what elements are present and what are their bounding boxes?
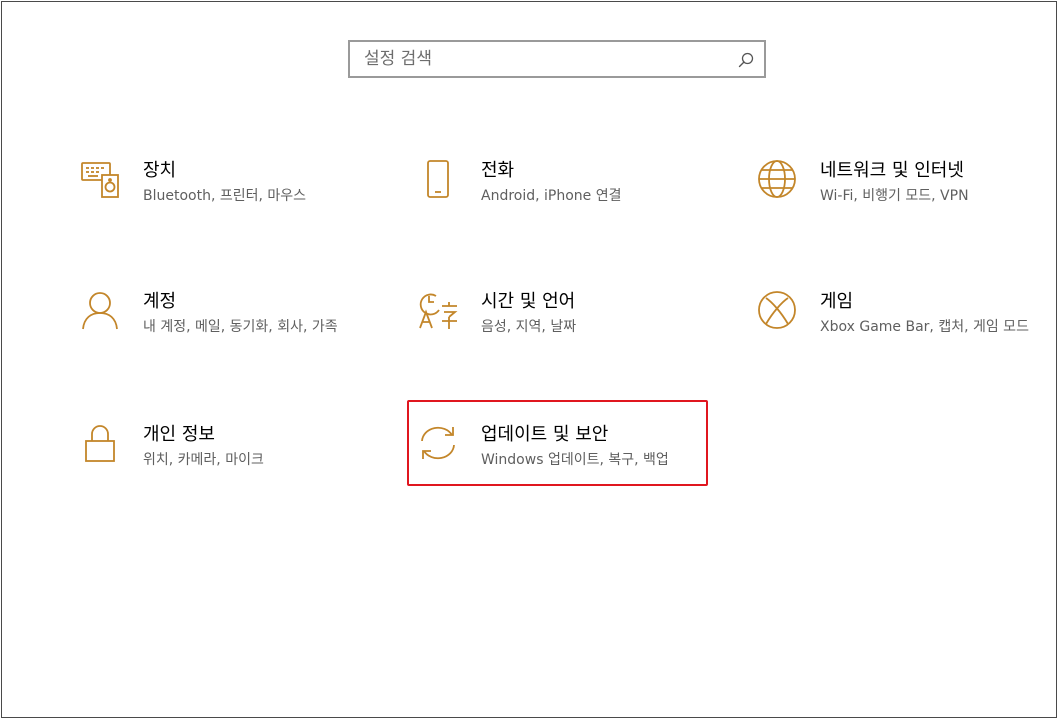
tile-description: 음성, 지역, 날짜 [481,319,577,335]
lock-icon [85,425,115,462]
search-input[interactable] [364,42,734,76]
globe-icon [758,160,796,198]
tile-phone[interactable]: 전화 Android, iPhone 연결 [418,159,708,239]
tile-description: 위치, 카메라, 마이크 [143,452,264,468]
settings-window: 장치 Bluetooth, 프린터, 마우스 전화 Android, iPhon… [1,1,1057,718]
highlight-box [407,400,708,486]
xbox-icon [758,291,796,329]
person-icon [82,292,118,330]
tile-title: 계정 [143,291,177,312]
tile-devices[interactable]: 장치 Bluetooth, 프린터, 마우스 [80,159,370,239]
tile-title: 네트워크 및 인터넷 [820,160,964,181]
search-box[interactable] [348,40,766,78]
tile-title: 개인 정보 [143,424,215,445]
tile-description: 내 계정, 메일, 동기화, 회사, 가족 [143,319,338,335]
tile-network[interactable]: 네트워크 및 인터넷 Wi-Fi, 비행기 모드, VPN [757,159,1047,239]
tile-title: 게임 [820,291,854,312]
tile-gaming[interactable]: 게임 Xbox Game Bar, 캡처, 게임 모드 [757,290,1047,370]
tile-description: Bluetooth, 프린터, 마우스 [143,188,307,204]
time-language-icon [419,293,458,329]
phone-icon [427,160,449,198]
tile-title: 장치 [143,160,177,181]
tile-time-language[interactable]: 시간 및 언어 음성, 지역, 날짜 [418,290,708,370]
tile-description: Wi-Fi, 비행기 모드, VPN [820,188,969,204]
search-icon[interactable] [737,51,755,69]
tile-title: 전화 [481,160,515,181]
tile-privacy[interactable]: 개인 정보 위치, 카메라, 마이크 [80,423,370,503]
tile-accounts[interactable]: 계정 내 계정, 메일, 동기화, 회사, 가족 [80,290,370,370]
tile-description: Android, iPhone 연결 [481,188,622,204]
tile-description: Xbox Game Bar, 캡처, 게임 모드 [820,319,1029,335]
devices-icon [81,162,119,198]
tile-title: 시간 및 언어 [481,291,576,312]
